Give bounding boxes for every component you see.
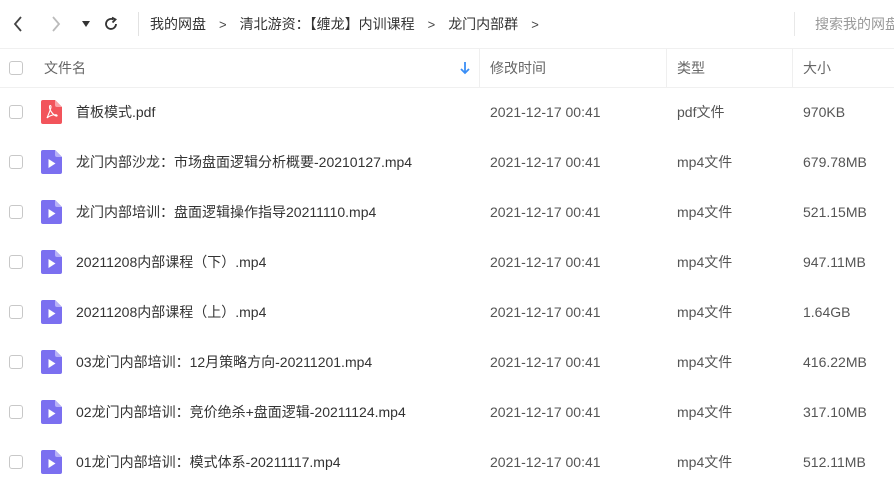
file-row[interactable]: 03龙门内部培训：12月策略方向-20211201.mp4 2021-12-17… bbox=[0, 337, 894, 387]
column-header-size-label: 大小 bbox=[803, 60, 831, 76]
file-row[interactable]: 龙门内部沙龙：市场盘面逻辑分析概要-20210127.mp4 2021-12-1… bbox=[0, 137, 894, 187]
video-icon bbox=[41, 200, 62, 224]
pdf-icon bbox=[41, 100, 62, 124]
back-button[interactable] bbox=[6, 12, 30, 36]
row-checkbox[interactable] bbox=[9, 355, 23, 369]
row-checkbox[interactable] bbox=[9, 455, 23, 469]
file-modified: 2021-12-17 00:41 bbox=[490, 104, 601, 120]
file-row[interactable]: 20211208内部课程（上）.mp4 2021-12-17 00:41 mp4… bbox=[0, 287, 894, 337]
file-modified: 2021-12-17 00:41 bbox=[490, 454, 601, 470]
refresh-icon bbox=[105, 16, 117, 30]
file-size: 1.64GB bbox=[803, 304, 851, 320]
breadcrumb-item-current[interactable]: 龙门内部群 bbox=[448, 14, 518, 34]
row-checkbox[interactable] bbox=[9, 305, 23, 319]
file-type: pdf文件 bbox=[677, 104, 725, 120]
file-name[interactable]: 03龙门内部培训：12月策略方向-20211201.mp4 bbox=[76, 337, 372, 387]
file-size: 512.11MB bbox=[803, 454, 866, 470]
file-modified: 2021-12-17 00:41 bbox=[490, 154, 601, 170]
row-checkbox[interactable] bbox=[9, 405, 23, 419]
file-modified: 2021-12-17 00:41 bbox=[490, 204, 601, 220]
row-checkbox[interactable] bbox=[9, 105, 23, 119]
file-name[interactable]: 龙门内部沙龙：市场盘面逻辑分析概要-20210127.mp4 bbox=[76, 137, 412, 187]
file-name[interactable]: 20211208内部课程（下）.mp4 bbox=[76, 237, 266, 287]
file-name[interactable]: 首板模式.pdf bbox=[76, 87, 155, 137]
row-checkbox[interactable] bbox=[9, 205, 23, 219]
column-header-size[interactable]: 大小 bbox=[803, 49, 831, 87]
file-row[interactable]: 20211208内部课程（下）.mp4 2021-12-17 00:41 mp4… bbox=[0, 237, 894, 287]
chevron-left-icon bbox=[13, 16, 22, 32]
video-icon bbox=[41, 250, 62, 274]
file-list: 首板模式.pdf 2021-12-17 00:41 pdf文件 970KB 龙门… bbox=[0, 87, 894, 487]
video-icon bbox=[41, 300, 62, 324]
caret-down-icon bbox=[82, 21, 90, 27]
refresh-button[interactable] bbox=[99, 12, 123, 36]
file-type: mp4文件 bbox=[677, 354, 733, 370]
file-modified: 2021-12-17 00:41 bbox=[490, 254, 601, 270]
row-checkbox[interactable] bbox=[9, 155, 23, 169]
file-size: 416.22MB bbox=[803, 354, 867, 370]
file-type: mp4文件 bbox=[677, 154, 733, 170]
breadcrumb-item-root[interactable]: 我的网盘 bbox=[150, 14, 206, 34]
forward-button[interactable] bbox=[44, 12, 68, 36]
file-modified: 2021-12-17 00:41 bbox=[490, 354, 601, 370]
file-name[interactable]: 龙门内部培训：盘面逻辑操作指导20211110.mp4 bbox=[76, 187, 376, 237]
file-size: 970KB bbox=[803, 104, 846, 120]
column-header-modified[interactable]: 修改时间 bbox=[490, 49, 546, 87]
file-name[interactable]: 20211208内部课程（上）.mp4 bbox=[76, 287, 266, 337]
column-header-modified-label: 修改时间 bbox=[490, 60, 546, 76]
row-checkbox[interactable] bbox=[9, 255, 23, 269]
video-icon bbox=[41, 150, 62, 174]
history-dropdown-button[interactable] bbox=[74, 12, 98, 36]
file-name[interactable]: 02龙门内部培训：竞价绝杀+盘面逻辑-20211124.mp4 bbox=[76, 387, 406, 437]
file-size: 947.11MB bbox=[803, 254, 866, 270]
breadcrumb: 我的网盘 > 清北游资：【缠龙】内训课程 > 龙门内部群 > bbox=[150, 0, 552, 48]
file-type: mp4文件 bbox=[677, 254, 733, 270]
search-input[interactable] bbox=[805, 12, 894, 36]
file-row[interactable]: 01龙门内部培训：模式体系-20211117.mp4 2021-12-17 00… bbox=[0, 437, 894, 487]
file-type: mp4文件 bbox=[677, 454, 733, 470]
breadcrumb-separator: > bbox=[219, 16, 227, 32]
column-divider[interactable] bbox=[792, 49, 793, 87]
file-size: 521.15MB bbox=[803, 204, 867, 220]
column-divider[interactable] bbox=[479, 49, 480, 87]
video-icon bbox=[41, 350, 62, 374]
file-row[interactable]: 首板模式.pdf 2021-12-17 00:41 pdf文件 970KB bbox=[0, 87, 894, 137]
column-divider[interactable] bbox=[666, 49, 667, 87]
file-type: mp4文件 bbox=[677, 304, 733, 320]
file-size: 679.78MB bbox=[803, 154, 867, 170]
chevron-right-icon bbox=[52, 16, 61, 32]
breadcrumb-separator: > bbox=[427, 16, 436, 32]
file-size: 317.10MB bbox=[803, 404, 867, 420]
search-divider bbox=[794, 12, 795, 36]
toolbar: 我的网盘 > 清北游资：【缠龙】内训课程 > 龙门内部群 > bbox=[0, 0, 894, 48]
column-header-type-label: 类型 bbox=[677, 60, 705, 76]
column-header-name-label: 文件名 bbox=[44, 60, 86, 76]
file-row[interactable]: 龙门内部培训：盘面逻辑操作指导20211110.mp4 2021-12-17 0… bbox=[0, 187, 894, 237]
video-icon bbox=[41, 400, 62, 424]
column-header-name[interactable]: 文件名 bbox=[44, 49, 86, 87]
file-name[interactable]: 01龙门内部培训：模式体系-20211117.mp4 bbox=[76, 437, 341, 487]
video-icon bbox=[41, 450, 62, 474]
file-row[interactable]: 02龙门内部培训：竞价绝杀+盘面逻辑-20211124.mp4 2021-12-… bbox=[0, 387, 894, 437]
file-type: mp4文件 bbox=[677, 204, 733, 220]
file-type: mp4文件 bbox=[677, 404, 733, 420]
select-all-cell bbox=[9, 49, 23, 87]
breadcrumb-separator[interactable]: > bbox=[531, 17, 539, 32]
select-all-checkbox[interactable] bbox=[9, 61, 23, 75]
sort-descending-icon[interactable] bbox=[458, 61, 472, 75]
file-modified: 2021-12-17 00:41 bbox=[490, 304, 601, 320]
toolbar-divider bbox=[138, 12, 139, 36]
file-list-header: 文件名 修改时间 类型 大小 bbox=[0, 48, 894, 88]
column-header-type[interactable]: 类型 bbox=[677, 49, 705, 87]
file-modified: 2021-12-17 00:41 bbox=[490, 404, 601, 420]
breadcrumb-item-course[interactable]: 清北游资：【缠龙】内训课程 bbox=[240, 14, 415, 34]
